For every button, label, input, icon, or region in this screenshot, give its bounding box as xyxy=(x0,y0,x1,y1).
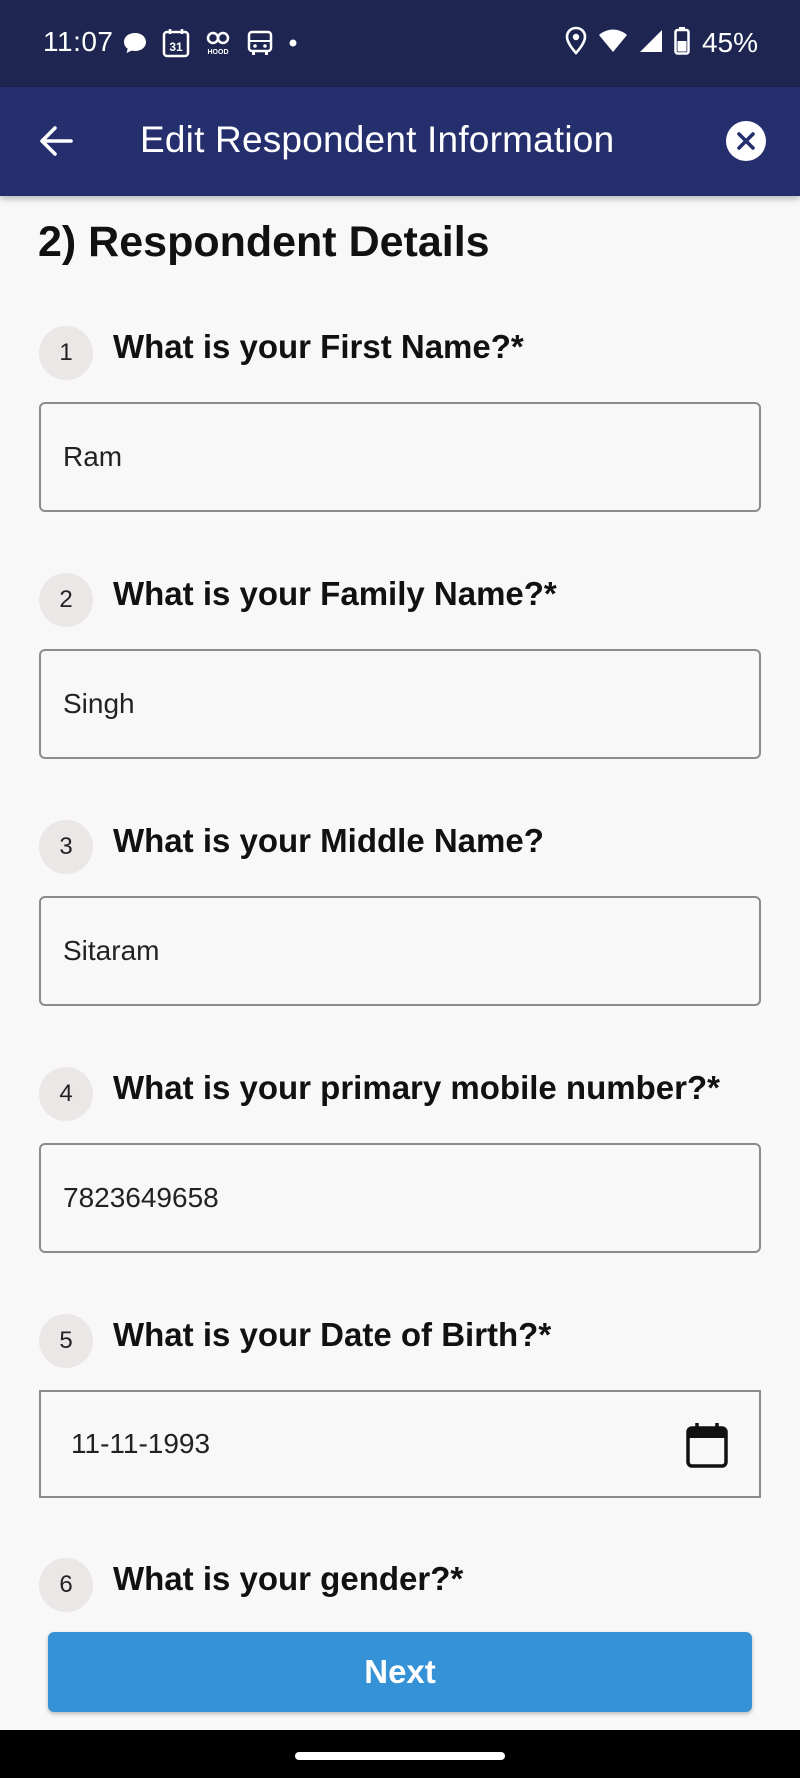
close-button[interactable] xyxy=(726,121,766,161)
question-number: 6 xyxy=(39,1558,93,1612)
question-number: 4 xyxy=(39,1067,93,1121)
calendar-31-icon: 31 xyxy=(162,28,190,58)
notification-icons: 31 HOOD xyxy=(122,26,298,60)
app-bar: Edit Respondent Information xyxy=(0,87,800,196)
middle-name-input[interactable] xyxy=(39,896,761,1006)
wifi-icon xyxy=(598,28,628,59)
question-number: 1 xyxy=(39,326,93,380)
signal-icon xyxy=(638,28,664,59)
mobile-number-input[interactable] xyxy=(39,1143,761,1253)
status-bar: 11:07 31 HOOD 45% xyxy=(0,0,800,87)
arrow-left-icon xyxy=(40,126,73,156)
calendar-icon[interactable] xyxy=(685,1422,729,1470)
navigation-bar xyxy=(0,1730,800,1778)
battery-percentage: 45% xyxy=(701,27,758,58)
location-icon xyxy=(564,26,588,61)
question-number: 3 xyxy=(39,820,93,874)
battery-icon xyxy=(674,26,690,60)
question-label: What is your primary mobile number?* xyxy=(113,1069,720,1106)
next-button[interactable]: Next xyxy=(48,1632,752,1712)
question-label: What is your First Name?* xyxy=(113,328,524,365)
question-number: 5 xyxy=(39,1314,93,1368)
page-title: Edit Respondent Information xyxy=(140,119,615,160)
question-label: What is your gender?* xyxy=(113,1560,464,1597)
dot-icon xyxy=(288,38,298,48)
status-time: 11:07 xyxy=(43,26,114,57)
question-number: 2 xyxy=(39,573,93,627)
chat-bubble-icon xyxy=(122,30,148,56)
hood-label: HOOD xyxy=(208,49,229,56)
question-label: What is your Family Name?* xyxy=(113,575,557,612)
date-of-birth-field[interactable]: 11-11-1993 xyxy=(39,1390,761,1498)
date-of-birth-value: 11-11-1993 xyxy=(71,1428,211,1459)
section-title: 2) Respondent Details xyxy=(38,218,490,266)
question-label: What is your Date of Birth?* xyxy=(113,1316,552,1353)
family-name-input[interactable] xyxy=(39,649,761,759)
back-button[interactable] xyxy=(30,115,82,167)
first-name-input[interactable] xyxy=(39,402,761,512)
question-label: What is your Middle Name? xyxy=(113,822,544,859)
home-indicator[interactable] xyxy=(295,1752,505,1760)
close-icon xyxy=(737,132,755,150)
calendar-day: 31 xyxy=(169,40,183,54)
bus-icon xyxy=(246,29,274,57)
system-icons: 45% xyxy=(564,24,758,62)
hood-icon: HOOD xyxy=(204,30,232,56)
